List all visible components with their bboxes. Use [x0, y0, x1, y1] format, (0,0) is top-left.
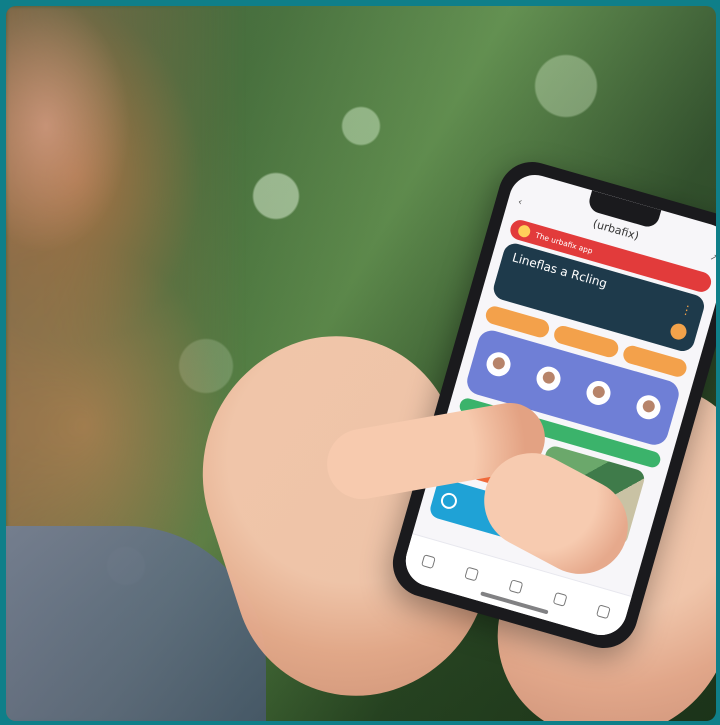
photo-frame: ‹ (urbafix) ↗ The urbafix app Lineflas a…	[6, 6, 716, 721]
hero-action-button[interactable]	[668, 321, 689, 342]
tab-profile[interactable]	[595, 603, 612, 622]
profile-icon	[596, 603, 612, 619]
person-item[interactable]	[633, 392, 664, 426]
share-icon[interactable]: ↗	[709, 251, 716, 264]
map-icon	[464, 566, 480, 582]
more-icon[interactable]: ⋮	[679, 302, 694, 319]
banner-badge-icon	[516, 223, 532, 239]
reports-icon	[508, 578, 524, 594]
avatar	[633, 392, 664, 423]
avatar	[483, 349, 514, 380]
tab-reports[interactable]	[508, 578, 524, 597]
person-item[interactable]	[533, 363, 564, 398]
home-icon	[420, 553, 436, 569]
back-icon[interactable]: ‹	[517, 196, 524, 208]
bell-icon	[552, 591, 568, 607]
person-item[interactable]	[483, 349, 514, 383]
face	[6, 6, 136, 286]
tab-alerts[interactable]	[552, 591, 568, 609]
avatar	[583, 378, 614, 408]
tab-home[interactable]	[420, 553, 436, 572]
refresh-icon	[439, 491, 459, 511]
person-item[interactable]	[583, 378, 614, 412]
avatar	[533, 363, 564, 394]
tab-map[interactable]	[464, 566, 480, 584]
